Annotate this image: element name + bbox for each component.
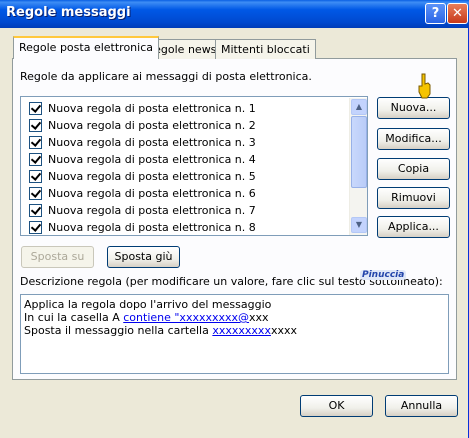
rules-dialog: Regole messaggi ? ✕ Regole posta elettro…: [0, 0, 469, 438]
edit-rule-button[interactable]: Modifica...: [377, 128, 450, 150]
apply-rule-button[interactable]: Applica...: [377, 216, 450, 238]
list-item[interactable]: Nuova regola di posta elettronica n. 4: [29, 151, 256, 167]
new-rule-button[interactable]: Nuova...: [377, 97, 450, 119]
list-item[interactable]: Nuova regola di posta elettronica n. 6: [29, 185, 256, 201]
list-item[interactable]: Nuova regola di posta elettronica n. 1: [29, 100, 256, 116]
rule-checkbox[interactable]: [29, 220, 42, 234]
rule-label: Nuova regola di posta elettronica n. 1: [48, 101, 256, 115]
list-item[interactable]: Nuova regola di posta elettronica n. 2: [29, 117, 256, 133]
list-item[interactable]: Nuova regola di posta elettronica n. 5: [29, 168, 256, 184]
title-bar: Regole messaggi ? ✕: [0, 0, 469, 28]
remove-rule-button[interactable]: Rimuovi: [377, 187, 450, 209]
rule-label: Nuova regola di posta elettronica n. 5: [48, 169, 256, 183]
window-title: Regole messaggi: [6, 5, 131, 20]
rule-label: Nuova regola di posta elettronica n. 4: [48, 152, 256, 166]
watermark-badge: Pinuccia: [360, 270, 407, 280]
rule-description-box: Applica la regola dopo l'arrivo del mess…: [20, 294, 449, 374]
move-down-button[interactable]: Sposta giù: [107, 246, 180, 268]
rules-scrollbar[interactable]: ▲ ▼: [349, 98, 367, 235]
list-item[interactable]: Nuova regola di posta elettronica n. 3: [29, 134, 256, 150]
rule-checkbox[interactable]: [29, 169, 42, 183]
copy-rule-button[interactable]: Copia: [377, 158, 450, 180]
scrollbar-thumb[interactable]: [351, 116, 367, 188]
description-line: Applica la regola dopo l'arrivo del mess…: [24, 298, 272, 311]
rule-label: Nuova regola di posta elettronica n. 7: [48, 203, 256, 217]
rule-checkbox[interactable]: [29, 203, 42, 217]
rule-label: Nuova regola di posta elettronica n. 2: [48, 118, 256, 132]
hand-cursor-icon: [418, 73, 431, 99]
rule-label: Nuova regola di posta elettronica n. 8: [48, 220, 256, 234]
description-line: In cui la casella A contiene "xxxxxxxxx@…: [24, 311, 445, 324]
down-arrow-icon[interactable]: ▼: [351, 217, 367, 233]
ok-button[interactable]: OK: [300, 395, 373, 417]
rule-label: Nuova regola di posta elettronica n. 3: [48, 135, 256, 149]
rule-checkbox[interactable]: [29, 118, 42, 132]
rule-checkbox[interactable]: [29, 186, 42, 200]
help-button[interactable]: ?: [425, 3, 446, 24]
description-text: Sposta il messaggio nella cartella: [24, 324, 213, 337]
description-text: xxx: [249, 311, 269, 324]
description-text: In cui la casella A: [24, 311, 124, 324]
up-arrow-icon[interactable]: ▲: [351, 99, 367, 115]
tab-blocked-senders[interactable]: Mittenti bloccati: [215, 39, 316, 59]
tab-mail-rules[interactable]: Regole posta elettronica: [13, 36, 159, 59]
rules-list[interactable]: Nuova regola di posta elettronica n. 1 N…: [20, 96, 368, 236]
rule-checkbox[interactable]: [29, 135, 42, 149]
description-text: xxxx: [270, 324, 297, 337]
rule-checkbox[interactable]: [29, 101, 42, 115]
rule-checkbox[interactable]: [29, 152, 42, 166]
close-button[interactable]: ✕: [447, 3, 468, 24]
folder-link[interactable]: xxxxxxxxx: [212, 324, 271, 337]
rule-label: Nuova regola di posta elettronica n. 6: [48, 186, 256, 200]
description-line: Sposta il messaggio nella cartella xxxxx…: [24, 324, 445, 337]
rules-intro-label: Regole da applicare ai messaggi di posta…: [20, 70, 312, 83]
cancel-button[interactable]: Annulla: [385, 395, 458, 417]
condition-link[interactable]: contiene "xxxxxxxxx@: [123, 311, 249, 324]
list-item[interactable]: Nuova regola di posta elettronica n. 8: [29, 219, 256, 235]
move-up-button[interactable]: Sposta su: [21, 246, 94, 268]
list-item[interactable]: Nuova regola di posta elettronica n. 7: [29, 202, 256, 218]
